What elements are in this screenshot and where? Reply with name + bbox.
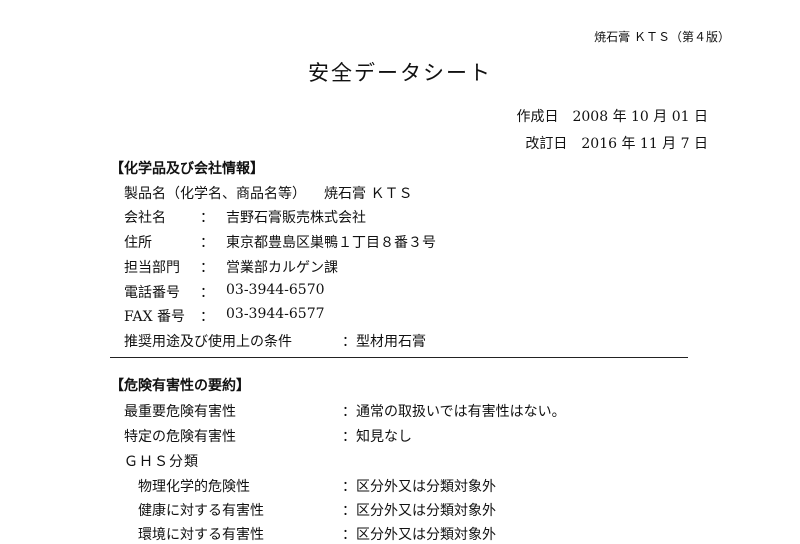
product-name-value: 焼石膏 ＫＴＳ	[324, 186, 413, 202]
address-sep: ：	[200, 235, 214, 251]
address-label: 住所	[124, 235, 152, 251]
company-value: 吉野石膏販売株式会社	[226, 210, 366, 226]
fax-label: FAX 番号	[124, 309, 186, 325]
specific-hazard-label: 特定の危険有害性	[124, 429, 236, 445]
ghs-environment-label: 環境に対する有害性	[138, 527, 264, 543]
ghs-health-sep: ：	[342, 503, 356, 519]
section-divider	[110, 357, 688, 358]
ghs-physical-sep: ：	[342, 479, 356, 495]
main-hazard-sep: ：	[342, 404, 356, 420]
section-heading-product: 【化学品及び会社情報】	[110, 161, 264, 177]
phone-sep: ：	[200, 285, 214, 301]
ghs-heading: ＧＨＳ分類	[124, 454, 199, 470]
address-value: 東京都豊島区巣鴨１丁目８番３号	[226, 235, 436, 251]
fax-sep: ：	[200, 309, 214, 325]
created-date: 作成日 2008 年 10 月 01 日	[516, 109, 708, 125]
specific-hazard-value: 知見なし	[356, 429, 412, 445]
document-code: 焼石膏 ＫＴＳ（第４版）	[594, 30, 730, 44]
ghs-environment-value: 区分外又は分類対象外	[356, 527, 496, 543]
main-hazard-value: 通常の取扱いでは有害性はない。	[356, 404, 566, 420]
department-label: 担当部門	[124, 260, 180, 276]
specific-hazard-sep: ：	[342, 429, 356, 445]
fax-value: 03-3944-6577	[226, 306, 325, 322]
section-heading-hazard: 【危険有害性の要約】	[110, 378, 250, 394]
company-label: 会社名	[124, 210, 166, 226]
ghs-health-value: 区分外又は分類対象外	[356, 503, 496, 519]
usage-label: 推奨用途及び使用上の条件	[124, 334, 292, 350]
ghs-environment-sep: ：	[342, 527, 356, 543]
revised-date: 改訂日 2016 年 11 月 7 日	[525, 136, 708, 152]
page-title: 安全データシート	[308, 61, 492, 85]
product-name-label: 製品名（化学名、商品名等）	[124, 186, 306, 202]
company-sep: ：	[200, 210, 214, 226]
main-hazard-label: 最重要危険有害性	[124, 404, 236, 420]
usage-sep: ：	[342, 334, 356, 350]
department-sep: ：	[200, 260, 214, 276]
usage-value: 型材用石膏	[356, 334, 426, 350]
ghs-physical-label: 物理化学的危険性	[138, 479, 250, 495]
phone-label: 電話番号	[124, 285, 180, 301]
phone-value: 03-3944-6570	[226, 282, 325, 298]
department-value: 営業部カルゲン課	[226, 260, 338, 276]
ghs-health-label: 健康に対する有害性	[138, 503, 264, 519]
ghs-physical-value: 区分外又は分類対象外	[356, 479, 496, 495]
